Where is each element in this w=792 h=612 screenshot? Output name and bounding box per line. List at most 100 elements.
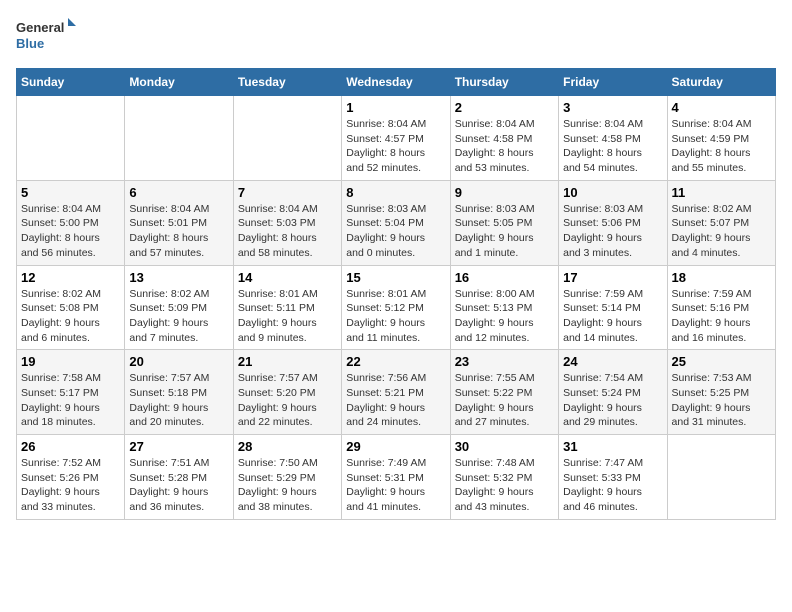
day-info: Sunrise: 8:04 AM Sunset: 5:00 PM Dayligh… bbox=[21, 202, 120, 261]
calendar-week-row: 12 Sunrise: 8:02 AM Sunset: 5:08 PM Dayli… bbox=[17, 265, 776, 350]
calendar-cell: 2Sunrise: 8:04 AM Sunset: 4:58 PM Daylig… bbox=[450, 96, 558, 181]
day-info: Sunrise: 8:04 AM Sunset: 4:59 PM Dayligh… bbox=[672, 117, 771, 176]
day-info: Sunrise: 8:04 AM Sunset: 5:03 PM Dayligh… bbox=[238, 202, 337, 261]
calendar-cell: 24 Sunrise: 7:54 AM Sunset: 5:24 PM Dayli… bbox=[559, 350, 667, 435]
day-info: Sunrise: 7:53 AM Sunset: 5:25 PM Dayligh… bbox=[672, 371, 771, 430]
calendar-cell: 11Sunrise: 8:02 AM Sunset: 5:07 PM Dayli… bbox=[667, 180, 775, 265]
day-info: Sunrise: 8:02 AM Sunset: 5:09 PM Dayligh… bbox=[129, 287, 228, 346]
calendar-cell: 10 Sunrise: 8:03 AM Sunset: 5:06 PM Dayli… bbox=[559, 180, 667, 265]
calendar-cell: 29 Sunrise: 7:49 AM Sunset: 5:31 PM Dayli… bbox=[342, 435, 450, 520]
day-number: 10 bbox=[563, 185, 662, 200]
calendar-cell: 1 Sunrise: 8:04 AM Sunset: 4:57 PM Daylig… bbox=[342, 96, 450, 181]
day-number: 29 bbox=[346, 439, 445, 454]
day-info: Sunrise: 8:04 AM Sunset: 4:57 PM Dayligh… bbox=[346, 117, 445, 176]
calendar-week-row: 26 Sunrise: 7:52 AM Sunset: 5:26 PM Dayli… bbox=[17, 435, 776, 520]
day-number: 1 bbox=[346, 100, 445, 115]
day-number: 15 bbox=[346, 270, 445, 285]
calendar-cell bbox=[125, 96, 233, 181]
day-info: Sunrise: 8:01 AM Sunset: 5:11 PM Dayligh… bbox=[238, 287, 337, 346]
calendar-cell: 9 Sunrise: 8:03 AM Sunset: 5:05 PM Daylig… bbox=[450, 180, 558, 265]
day-number: 3 bbox=[563, 100, 662, 115]
day-info: Sunrise: 8:01 AM Sunset: 5:12 PM Dayligh… bbox=[346, 287, 445, 346]
day-info: Sunrise: 7:56 AM Sunset: 5:21 PM Dayligh… bbox=[346, 371, 445, 430]
day-info: Sunrise: 7:49 AM Sunset: 5:31 PM Dayligh… bbox=[346, 456, 445, 515]
calendar-cell bbox=[667, 435, 775, 520]
weekday-header: Wednesday bbox=[342, 69, 450, 96]
calendar-cell: 4 Sunrise: 8:04 AM Sunset: 4:59 PM Daylig… bbox=[667, 96, 775, 181]
day-number: 28 bbox=[238, 439, 337, 454]
day-info: Sunrise: 8:03 AM Sunset: 5:06 PM Dayligh… bbox=[563, 202, 662, 261]
day-number: 4 bbox=[672, 100, 771, 115]
day-number: 21 bbox=[238, 354, 337, 369]
day-info: Sunrise: 7:55 AM Sunset: 5:22 PM Dayligh… bbox=[455, 371, 554, 430]
day-number: 12 bbox=[21, 270, 120, 285]
calendar-cell: 20 Sunrise: 7:57 AM Sunset: 5:18 PM Dayli… bbox=[125, 350, 233, 435]
day-info: Sunrise: 8:04 AM Sunset: 4:58 PM Dayligh… bbox=[563, 117, 662, 176]
day-number: 24 bbox=[563, 354, 662, 369]
day-info: Sunrise: 7:54 AM Sunset: 5:24 PM Dayligh… bbox=[563, 371, 662, 430]
calendar-cell: 5 Sunrise: 8:04 AM Sunset: 5:00 PM Daylig… bbox=[17, 180, 125, 265]
weekday-header: Tuesday bbox=[233, 69, 341, 96]
calendar-week-row: 1 Sunrise: 8:04 AM Sunset: 4:57 PM Daylig… bbox=[17, 96, 776, 181]
calendar-cell: 6 Sunrise: 8:04 AM Sunset: 5:01 PM Daylig… bbox=[125, 180, 233, 265]
day-number: 6 bbox=[129, 185, 228, 200]
header: General Blue bbox=[16, 16, 776, 56]
day-number: 9 bbox=[455, 185, 554, 200]
day-number: 18 bbox=[672, 270, 771, 285]
svg-text:General: General bbox=[16, 20, 64, 35]
day-number: 22 bbox=[346, 354, 445, 369]
day-number: 14 bbox=[238, 270, 337, 285]
calendar-cell: 16Sunrise: 8:00 AM Sunset: 5:13 PM Dayli… bbox=[450, 265, 558, 350]
day-info: Sunrise: 7:59 AM Sunset: 5:16 PM Dayligh… bbox=[672, 287, 771, 346]
calendar-cell: 22 Sunrise: 7:56 AM Sunset: 5:21 PM Dayli… bbox=[342, 350, 450, 435]
day-info: Sunrise: 8:04 AM Sunset: 5:01 PM Dayligh… bbox=[129, 202, 228, 261]
day-info: Sunrise: 8:03 AM Sunset: 5:05 PM Dayligh… bbox=[455, 202, 554, 261]
day-info: Sunrise: 7:47 AM Sunset: 5:33 PM Dayligh… bbox=[563, 456, 662, 515]
weekday-header: Friday bbox=[559, 69, 667, 96]
calendar-cell: 26 Sunrise: 7:52 AM Sunset: 5:26 PM Dayli… bbox=[17, 435, 125, 520]
day-info: Sunrise: 7:57 AM Sunset: 5:20 PM Dayligh… bbox=[238, 371, 337, 430]
day-info: Sunrise: 8:02 AM Sunset: 5:08 PM Dayligh… bbox=[21, 287, 120, 346]
day-number: 7 bbox=[238, 185, 337, 200]
calendar-cell: 12 Sunrise: 8:02 AM Sunset: 5:08 PM Dayli… bbox=[17, 265, 125, 350]
calendar-cell bbox=[233, 96, 341, 181]
calendar-cell: 7 Sunrise: 8:04 AM Sunset: 5:03 PM Daylig… bbox=[233, 180, 341, 265]
calendar-cell: 28Sunrise: 7:50 AM Sunset: 5:29 PM Dayli… bbox=[233, 435, 341, 520]
calendar-cell: 19 Sunrise: 7:58 AM Sunset: 5:17 PM Dayli… bbox=[17, 350, 125, 435]
day-number: 30 bbox=[455, 439, 554, 454]
day-number: 31 bbox=[563, 439, 662, 454]
calendar-week-row: 5 Sunrise: 8:04 AM Sunset: 5:00 PM Daylig… bbox=[17, 180, 776, 265]
calendar-cell: 13 Sunrise: 8:02 AM Sunset: 5:09 PM Dayli… bbox=[125, 265, 233, 350]
calendar-cell: 30 Sunrise: 7:48 AM Sunset: 5:32 PM Dayli… bbox=[450, 435, 558, 520]
day-info: Sunrise: 7:48 AM Sunset: 5:32 PM Dayligh… bbox=[455, 456, 554, 515]
day-info: Sunrise: 7:51 AM Sunset: 5:28 PM Dayligh… bbox=[129, 456, 228, 515]
day-info: Sunrise: 8:03 AM Sunset: 5:04 PM Dayligh… bbox=[346, 202, 445, 261]
day-number: 2 bbox=[455, 100, 554, 115]
day-info: Sunrise: 7:58 AM Sunset: 5:17 PM Dayligh… bbox=[21, 371, 120, 430]
logo: General Blue bbox=[16, 16, 76, 56]
day-number: 27 bbox=[129, 439, 228, 454]
day-number: 5 bbox=[21, 185, 120, 200]
calendar-week-row: 19 Sunrise: 7:58 AM Sunset: 5:17 PM Dayli… bbox=[17, 350, 776, 435]
day-info: Sunrise: 7:59 AM Sunset: 5:14 PM Dayligh… bbox=[563, 287, 662, 346]
calendar-cell: 15 Sunrise: 8:01 AM Sunset: 5:12 PM Dayli… bbox=[342, 265, 450, 350]
day-number: 26 bbox=[21, 439, 120, 454]
calendar-cell: 3 Sunrise: 8:04 AM Sunset: 4:58 PM Daylig… bbox=[559, 96, 667, 181]
day-number: 19 bbox=[21, 354, 120, 369]
weekday-header: Thursday bbox=[450, 69, 558, 96]
day-number: 17 bbox=[563, 270, 662, 285]
day-number: 23 bbox=[455, 354, 554, 369]
calendar-cell bbox=[17, 96, 125, 181]
day-number: 13 bbox=[129, 270, 228, 285]
weekday-header: Monday bbox=[125, 69, 233, 96]
day-info: Sunrise: 7:52 AM Sunset: 5:26 PM Dayligh… bbox=[21, 456, 120, 515]
day-info: Sunrise: 7:57 AM Sunset: 5:18 PM Dayligh… bbox=[129, 371, 228, 430]
svg-text:Blue: Blue bbox=[16, 36, 44, 51]
day-number: 16 bbox=[455, 270, 554, 285]
calendar-cell: 31 Sunrise: 7:47 AM Sunset: 5:33 PM Dayli… bbox=[559, 435, 667, 520]
calendar-cell: 27 Sunrise: 7:51 AM Sunset: 5:28 PM Dayli… bbox=[125, 435, 233, 520]
weekday-header-row: SundayMondayTuesdayWednesdayThursdayFrid… bbox=[17, 69, 776, 96]
day-number: 20 bbox=[129, 354, 228, 369]
day-info: Sunrise: 8:02 AM Sunset: 5:07 PM Dayligh… bbox=[672, 202, 771, 261]
calendar-cell: 14 Sunrise: 8:01 AM Sunset: 5:11 PM Dayli… bbox=[233, 265, 341, 350]
